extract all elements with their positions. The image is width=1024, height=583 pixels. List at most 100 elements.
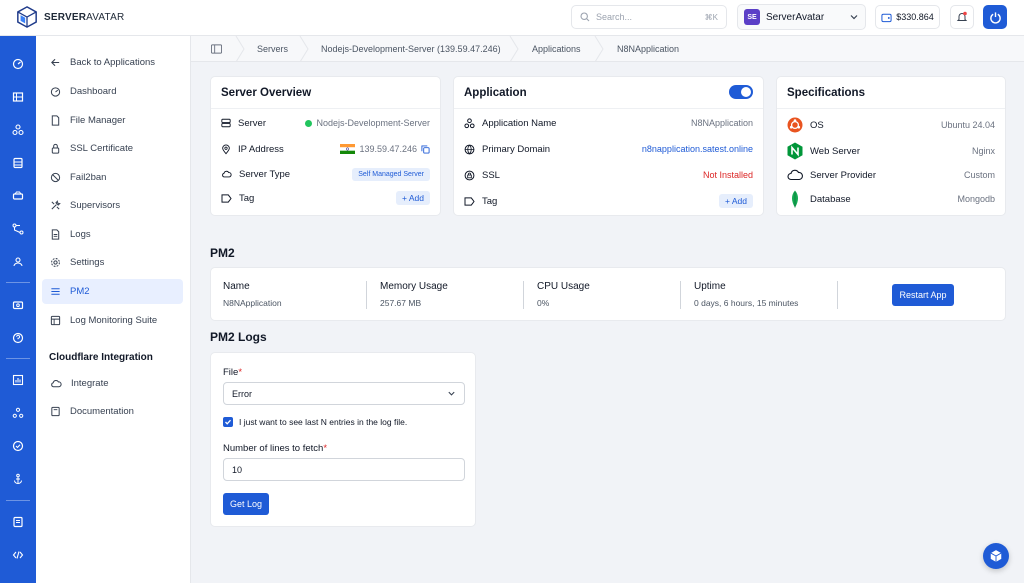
monitor-icon: [50, 315, 61, 326]
notifications-button[interactable]: [950, 5, 974, 29]
rail-anchor-icon[interactable]: [10, 471, 26, 487]
rail-servers-icon[interactable]: [10, 89, 26, 105]
sidebar-item-pm2[interactable]: PM2: [42, 279, 183, 304]
brand-logo[interactable]: SERVERAVATAR: [16, 6, 124, 28]
tools-icon: [51, 200, 61, 210]
sidebar-item-supervisors[interactable]: Supervisors: [42, 193, 183, 218]
check-icon: [225, 419, 231, 425]
provider-value: Custom: [963, 170, 995, 180]
sidebar-item-documentation[interactable]: Documentation: [42, 399, 183, 424]
sidebar-item-dashboard[interactable]: Dashboard: [42, 79, 183, 104]
rail-network-icon[interactable]: [10, 221, 26, 237]
primary-domain-link[interactable]: n8napplication.satest.online: [642, 144, 753, 154]
specifications-card: Specifications OS Ubuntu 24.04 Web Serve…: [776, 76, 1006, 216]
breadcrumb-separator-icon: [594, 36, 604, 62]
rail-divider: [6, 358, 30, 359]
log-file-selected-value: Error: [232, 388, 252, 399]
top-bar: SERVERAVATAR Search... ⌘K SE ServerAvata…: [0, 0, 1024, 36]
lines-to-fetch-value: 10: [232, 464, 243, 475]
sidebar-item-label: SSL Certificate: [70, 143, 134, 154]
ssl-status-value: Not Installed: [702, 170, 753, 180]
last-n-entries-checkbox[interactable]: [223, 417, 233, 427]
sidebar-item-fail2ban[interactable]: Fail2ban: [42, 165, 183, 190]
floating-help-button[interactable]: [983, 543, 1009, 569]
pm2-divider: [366, 281, 367, 309]
breadcrumb-servers[interactable]: Servers: [257, 36, 288, 62]
cloud-icon: [222, 170, 232, 178]
sidebar-item-log-monitoring-suite[interactable]: Log Monitoring Suite: [42, 308, 183, 333]
copy-icon[interactable]: [421, 144, 430, 154]
breadcrumb-separator-icon: [299, 36, 309, 62]
pm2-cpu-column: CPU Usage 0%: [537, 281, 590, 308]
breadcrumb-separator-icon: [235, 36, 245, 62]
card-title: Specifications: [777, 77, 1005, 109]
back-label: Back to Applications: [70, 57, 156, 68]
chevron-down-icon: [448, 391, 455, 396]
cloud-icon: [787, 169, 803, 181]
power-button[interactable]: [983, 5, 1007, 29]
pm2-process-card: Name N8NApplication Memory Usage 257.67 …: [210, 267, 1006, 321]
os-row: OS Ubuntu 24.04: [787, 117, 995, 133]
rail-docs-icon[interactable]: [10, 514, 26, 530]
provider-row: Server Provider Custom: [787, 167, 995, 183]
search-box[interactable]: Search... ⌘K: [571, 5, 727, 29]
rail-help-icon[interactable]: [10, 330, 26, 346]
breadcrumb-separator-icon: [509, 36, 519, 62]
search-icon: [580, 12, 590, 22]
rail-team-icon[interactable]: [10, 254, 26, 270]
sidebar-item-label: Logs: [70, 229, 91, 240]
rail-status-icon[interactable]: [10, 438, 26, 454]
sidebar-toggle[interactable]: [211, 36, 222, 62]
card-title: Server Overview: [211, 77, 440, 109]
server-avatar-chat-icon: [990, 550, 1002, 562]
ip-address-value: 139.59.47.246: [359, 144, 417, 154]
rail-database-icon[interactable]: [10, 155, 26, 171]
nginx-icon: [787, 142, 803, 160]
wallet-balance[interactable]: $330.864: [875, 5, 940, 29]
india-flag-icon: [340, 144, 356, 154]
rail-code-icon[interactable]: [10, 547, 26, 563]
icon-rail: [0, 36, 36, 583]
brand-name: SERVERAVATAR: [44, 11, 125, 23]
sidebar-item-settings[interactable]: Settings: [42, 250, 183, 275]
rail-billing-icon[interactable]: [10, 297, 26, 313]
rail-integrations-icon[interactable]: [10, 405, 26, 421]
application-card: Application Application Name N8NApplicat…: [453, 76, 764, 216]
database-value: Mongodb: [957, 194, 995, 204]
sidebar-item-file-manager[interactable]: File Manager: [42, 108, 183, 133]
cloud-icon: [51, 380, 62, 388]
organization-switcher[interactable]: SE ServerAvatar: [737, 4, 866, 30]
back-to-applications-link[interactable]: Back to Applications: [42, 50, 183, 75]
pm2-divider: [680, 281, 681, 309]
cloudflare-section-heading: Cloudflare Integration: [49, 352, 153, 363]
sidebar-item-label: Settings: [70, 257, 105, 268]
server-type-row: Server Type Self Managed Server: [221, 166, 430, 182]
server-name-link[interactable]: Nodejs-Development-Server: [316, 118, 430, 128]
gear-icon: [51, 258, 60, 267]
pm2-section-title: PM2: [210, 246, 235, 260]
search-shortcut: ⌘K: [704, 12, 718, 22]
rail-storage-icon[interactable]: [10, 188, 26, 204]
application-enabled-toggle[interactable]: [729, 85, 753, 99]
sidebar-item-label: PM2: [70, 286, 90, 297]
add-tag-button[interactable]: + Add: [396, 191, 430, 205]
sidebar-toggle-icon: [211, 44, 222, 54]
breadcrumb-applications[interactable]: Applications: [532, 36, 581, 62]
lines-to-fetch-input[interactable]: 10: [223, 458, 465, 481]
get-log-button[interactable]: Get Log: [223, 493, 269, 515]
pm2-name-column: Name N8NApplication: [223, 281, 282, 308]
add-app-tag-button[interactable]: + Add: [719, 194, 753, 208]
sidebar-item-integrate[interactable]: Integrate: [42, 371, 183, 396]
rail-apps-icon[interactable]: [10, 122, 26, 138]
rail-analytics-icon[interactable]: [10, 372, 26, 388]
sidebar-item-ssl-certificate[interactable]: SSL Certificate: [42, 136, 183, 161]
sidebar-item-logs[interactable]: Logs: [42, 222, 183, 247]
restart-app-button[interactable]: Restart App: [892, 284, 954, 306]
rail-dashboard-icon[interactable]: [10, 56, 26, 72]
sidebar-item-label: Dashboard: [70, 86, 117, 97]
last-n-entries-label: I just want to see last N entries in the…: [239, 417, 408, 427]
breadcrumb: Servers Nodejs-Development-Server (139.5…: [191, 36, 1024, 62]
breadcrumb-server[interactable]: Nodejs-Development-Server (139.59.47.246…: [321, 36, 501, 62]
log-file-select[interactable]: Error: [223, 382, 465, 405]
pm2-uptime-header: Uptime: [694, 281, 726, 292]
